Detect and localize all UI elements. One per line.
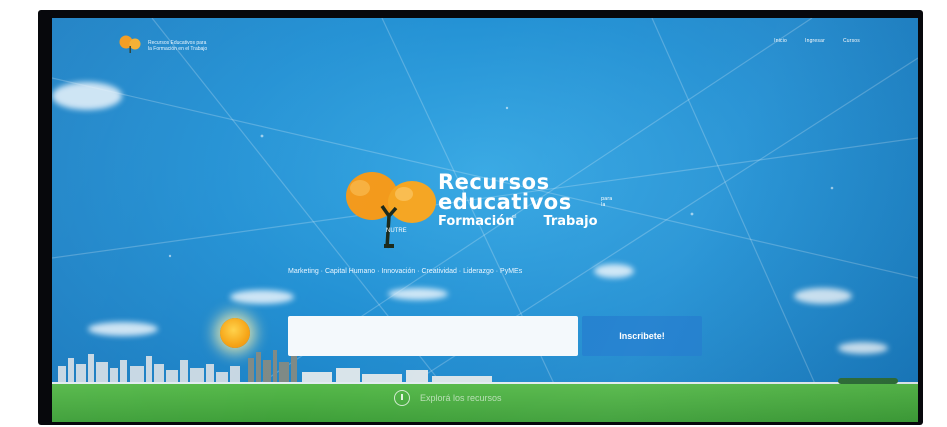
scroll-hint[interactable]: Explorá los recursos — [394, 390, 502, 406]
hero-title-para: para la — [601, 196, 613, 208]
cloud — [594, 264, 634, 278]
top-nav: Inicio Ingresar Cursos — [774, 38, 860, 44]
site-logo[interactable]: Recursos Educativos para la Formación en… — [118, 32, 214, 58]
hero-title: Recursos educativos para la Formación Tr… — [438, 170, 612, 230]
hero-title-trabajo: Trabajo — [543, 214, 598, 229]
hero-title-el: el — [512, 214, 517, 220]
nav-link-ingresar[interactable]: Ingresar — [805, 38, 825, 44]
hero-title-formacion: Formación — [438, 214, 515, 229]
tree-logo-icon — [119, 35, 141, 53]
hero-title-line3: Formación Trabajo — [438, 214, 598, 230]
cloud — [794, 288, 852, 304]
category-list[interactable]: Marketing · Capital Humano · Innovación … — [288, 268, 522, 275]
photo-frame: Recursos Educativos para la Formación en… — [0, 0, 947, 427]
hero-title-line1: Recursos — [438, 170, 550, 194]
hero-title-line2: educativos — [438, 190, 572, 214]
hero-mini-mark: NUTRE — [386, 228, 407, 234]
scroll-down-icon — [394, 390, 410, 406]
cloud — [88, 322, 158, 336]
nav-link-cursos[interactable]: Cursos — [843, 38, 860, 44]
city-skyline — [52, 350, 918, 388]
scroll-hint-text: Explorá los recursos — [420, 393, 502, 403]
cloud — [388, 288, 448, 300]
cloud — [52, 82, 122, 110]
website-screen: Recursos Educativos para la Formación en… — [52, 18, 918, 422]
site-logo-text: Recursos Educativos para la Formación en… — [148, 40, 208, 52]
nav-link-inicio[interactable]: Inicio — [774, 38, 787, 44]
sun-icon — [220, 318, 250, 348]
cloud — [230, 290, 294, 304]
